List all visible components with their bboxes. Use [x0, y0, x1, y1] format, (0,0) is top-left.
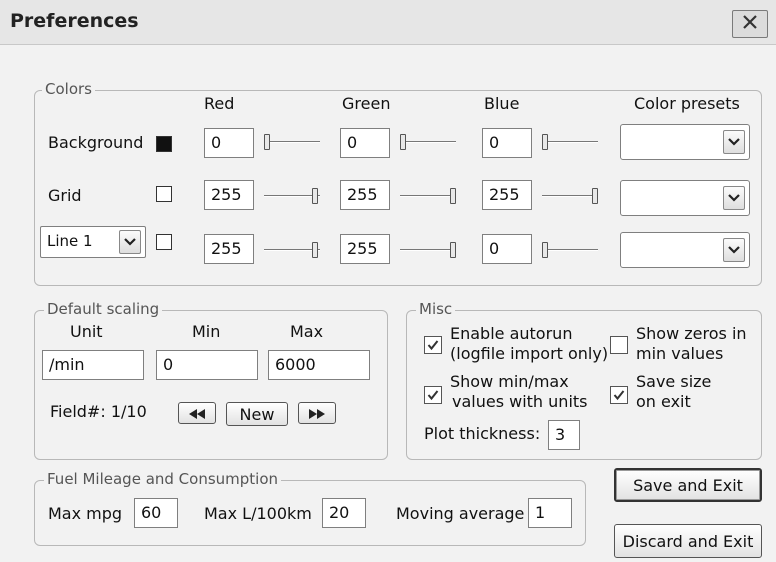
show-min-max-units-checkbox[interactable]	[424, 386, 442, 404]
grid-green-field[interactable]: 255	[340, 180, 390, 210]
background-swatch[interactable]	[156, 136, 172, 152]
field-index-label: Field#: 1/10	[50, 402, 147, 421]
grid-blue-slider-thumb[interactable]	[592, 188, 598, 204]
max-field[interactable]: 6000	[268, 350, 370, 380]
grid-swatch[interactable]	[156, 186, 172, 202]
color-presets-header: Color presets	[634, 94, 740, 113]
line-green-field[interactable]: 255	[340, 234, 390, 264]
line-blue-slider-thumb[interactable]	[542, 242, 548, 258]
misc-legend: Misc	[416, 300, 456, 318]
close-icon	[741, 13, 759, 35]
line-select-value: Line 1	[47, 232, 93, 250]
unit-label: Unit	[70, 322, 103, 341]
plot-thickness-field[interactable]: 3	[548, 420, 580, 450]
plot-thickness-label: Plot thickness:	[424, 424, 541, 443]
min-label: Min	[192, 322, 221, 341]
rewind-icon	[187, 404, 207, 423]
grid-green-slider-thumb[interactable]	[450, 188, 456, 204]
grid-blue-slider-track[interactable]	[542, 195, 598, 197]
new-field-button[interactable]: New	[226, 402, 288, 426]
line-swatch[interactable]	[156, 234, 172, 250]
line-green-slider-track[interactable]	[400, 249, 456, 251]
max-mpg-label: Max mpg	[48, 504, 123, 523]
show-zeros-checkbox[interactable]	[610, 336, 628, 354]
save-size-label-line2: on exit	[636, 392, 691, 411]
show-min-max-label-line1: Show min/max	[450, 372, 569, 391]
background-blue-slider-track[interactable]	[542, 141, 598, 143]
colors-legend: Colors	[42, 80, 95, 98]
background-red-slider-track[interactable]	[264, 141, 320, 143]
line-select[interactable]: Line 1	[40, 226, 146, 258]
max-label: Max	[290, 322, 324, 341]
line-blue-field[interactable]: 0	[482, 234, 532, 264]
save-size-label-line1: Save size	[636, 372, 712, 391]
window-title: Preferences	[10, 10, 139, 32]
background-red-slider-thumb[interactable]	[264, 134, 270, 150]
chevron-down-icon[interactable]	[723, 130, 745, 154]
enable-autorun-label-line2: (logfile import only)	[450, 344, 609, 363]
background-green-slider-thumb[interactable]	[400, 134, 406, 150]
scaling-legend: Default scaling	[44, 300, 163, 318]
close-button[interactable]	[732, 10, 768, 38]
next-field-button[interactable]	[298, 402, 336, 424]
max-mpg-field[interactable]: 60	[134, 498, 178, 528]
max-l100km-field[interactable]: 20	[322, 498, 366, 528]
show-zeros-label-line1: Show zeros in	[636, 324, 747, 343]
enable-autorun-checkbox[interactable]	[424, 336, 442, 354]
checkmark-icon	[427, 386, 439, 405]
background-green-field[interactable]: 0	[340, 128, 390, 158]
previous-field-button[interactable]	[178, 402, 216, 424]
green-header: Green	[342, 94, 391, 113]
red-header: Red	[204, 94, 235, 113]
save-and-exit-button[interactable]: Save and Exit	[614, 468, 762, 502]
background-preset-select[interactable]	[620, 124, 750, 160]
background-label: Background	[48, 133, 144, 152]
grid-green-slider-track[interactable]	[400, 195, 456, 197]
discard-and-exit-button[interactable]: Discard and Exit	[614, 524, 762, 558]
chevron-down-icon[interactable]	[723, 186, 745, 210]
min-field[interactable]: 0	[156, 350, 258, 380]
background-blue-slider-thumb[interactable]	[542, 134, 548, 150]
grid-preset-select[interactable]	[620, 180, 750, 216]
grid-blue-field[interactable]: 255	[482, 180, 532, 210]
line-preset-select[interactable]	[620, 232, 750, 268]
checkmark-icon	[613, 386, 625, 405]
grid-red-slider-thumb[interactable]	[312, 188, 318, 204]
line-red-slider-thumb[interactable]	[312, 242, 318, 258]
checkmark-icon	[427, 336, 439, 355]
background-blue-field[interactable]: 0	[482, 128, 532, 158]
grid-red-field[interactable]: 255	[204, 180, 254, 210]
unit-field[interactable]: /min	[42, 350, 144, 380]
max-l100km-label: Max L/100km	[204, 504, 312, 523]
grid-label: Grid	[48, 186, 82, 205]
line-blue-slider-track[interactable]	[542, 249, 598, 251]
fast-forward-icon	[307, 404, 327, 423]
enable-autorun-label-line1: Enable autorun	[450, 324, 573, 343]
show-min-max-label-line2: values with units	[452, 392, 588, 411]
background-red-field[interactable]: 0	[204, 128, 254, 158]
moving-average-label: Moving average	[396, 504, 525, 523]
blue-header: Blue	[484, 94, 520, 113]
chevron-down-icon[interactable]	[723, 238, 745, 262]
background-green-slider-track[interactable]	[400, 141, 456, 143]
chevron-down-icon[interactable]	[119, 230, 141, 254]
line-green-slider-thumb[interactable]	[450, 242, 456, 258]
show-zeros-label-line2: min values	[636, 344, 724, 363]
moving-average-field[interactable]: 1	[528, 498, 572, 528]
save-size-on-exit-checkbox[interactable]	[610, 386, 628, 404]
fuel-legend: Fuel Mileage and Consumption	[44, 470, 282, 488]
line-red-field[interactable]: 255	[204, 234, 254, 264]
